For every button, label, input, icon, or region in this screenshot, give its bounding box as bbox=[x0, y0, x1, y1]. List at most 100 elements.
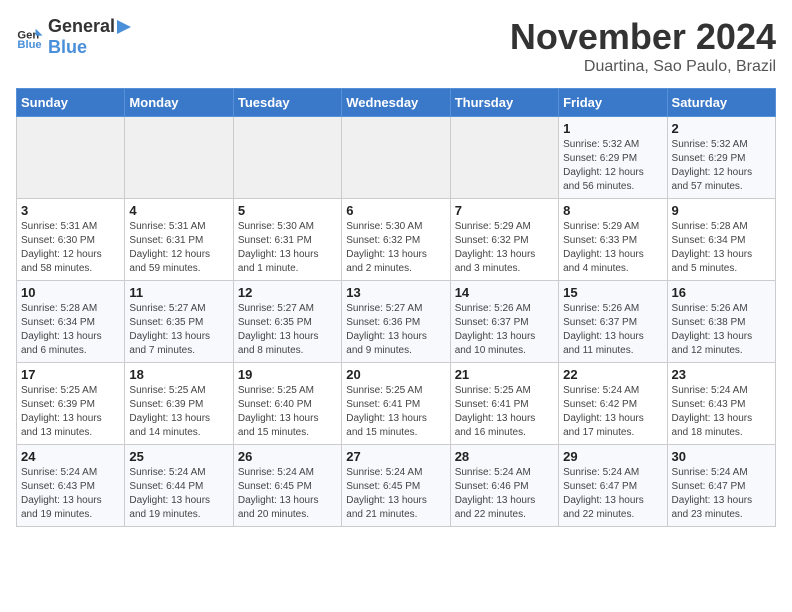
header: Gen Blue General Blue November 2024 Duar… bbox=[16, 16, 776, 76]
calendar-cell: 10 Sunrise: 5:28 AM Sunset: 6:34 PM Dayli… bbox=[17, 281, 125, 363]
day-info: Sunrise: 5:24 AM Sunset: 6:43 PM Dayligh… bbox=[672, 384, 771, 440]
calendar-cell: 22 Sunrise: 5:24 AM Sunset: 6:42 PM Dayli… bbox=[559, 363, 667, 445]
day-number: 11 bbox=[129, 285, 228, 300]
day-info: Sunrise: 5:32 AM Sunset: 6:29 PM Dayligh… bbox=[563, 138, 662, 194]
calendar-cell: 15Sunrise: 5:26 AM Sunset: 6:37 PM Dayli… bbox=[559, 281, 667, 363]
logo-icon: Gen Blue bbox=[16, 23, 44, 51]
day-number: 5 bbox=[238, 203, 337, 218]
day-number: 7 bbox=[455, 203, 554, 218]
location-title: Duartina, Sao Paulo, Brazil bbox=[510, 58, 776, 76]
day-number: 13 bbox=[346, 285, 445, 300]
column-header-sunday: Sunday bbox=[17, 89, 125, 117]
calendar-cell: 16 Sunrise: 5:26 AM Sunset: 6:38 PM Dayli… bbox=[667, 281, 775, 363]
calendar-header-row: SundayMondayTuesdayWednesdayThursdayFrid… bbox=[17, 89, 776, 117]
day-number: 23 bbox=[672, 367, 771, 382]
day-number: 16 bbox=[672, 285, 771, 300]
day-number: 8 bbox=[563, 203, 662, 218]
calendar-cell: 8Sunrise: 5:29 AM Sunset: 6:33 PM Daylig… bbox=[559, 199, 667, 281]
day-number: 25 bbox=[129, 449, 228, 464]
day-info: Sunrise: 5:24 AM Sunset: 6:45 PM Dayligh… bbox=[238, 466, 337, 522]
day-info: Sunrise: 5:27 AM Sunset: 6:35 PM Dayligh… bbox=[129, 302, 228, 358]
column-header-saturday: Saturday bbox=[667, 89, 775, 117]
day-info: Sunrise: 5:25 AM Sunset: 6:40 PM Dayligh… bbox=[238, 384, 337, 440]
day-number: 29 bbox=[563, 449, 662, 464]
day-info: Sunrise: 5:30 AM Sunset: 6:32 PM Dayligh… bbox=[346, 220, 445, 276]
day-number: 28 bbox=[455, 449, 554, 464]
day-info: Sunrise: 5:30 AM Sunset: 6:31 PM Dayligh… bbox=[238, 220, 337, 276]
column-header-friday: Friday bbox=[559, 89, 667, 117]
day-number: 21 bbox=[455, 367, 554, 382]
day-number: 4 bbox=[129, 203, 228, 218]
day-number: 17 bbox=[21, 367, 120, 382]
day-info: Sunrise: 5:31 AM Sunset: 6:31 PM Dayligh… bbox=[129, 220, 228, 276]
calendar-cell: 14 Sunrise: 5:26 AM Sunset: 6:37 PM Dayli… bbox=[450, 281, 558, 363]
calendar-body: 1 Sunrise: 5:32 AM Sunset: 6:29 PM Daylig… bbox=[17, 117, 776, 527]
day-number: 1 bbox=[563, 121, 662, 136]
calendar-table: SundayMondayTuesdayWednesdayThursdayFrid… bbox=[16, 88, 776, 527]
calendar-cell: 13 Sunrise: 5:27 AM Sunset: 6:36 PM Dayli… bbox=[342, 281, 450, 363]
calendar-week-row: 24 Sunrise: 5:24 AM Sunset: 6:43 PM Dayli… bbox=[17, 445, 776, 527]
day-info: Sunrise: 5:25 AM Sunset: 6:39 PM Dayligh… bbox=[129, 384, 228, 440]
title-area: November 2024 Duartina, Sao Paulo, Brazi… bbox=[510, 16, 776, 76]
calendar-cell bbox=[125, 117, 233, 199]
day-number: 22 bbox=[563, 367, 662, 382]
calendar-cell bbox=[17, 117, 125, 199]
calendar-cell: 19 Sunrise: 5:25 AM Sunset: 6:40 PM Dayli… bbox=[233, 363, 341, 445]
calendar-cell: 29 Sunrise: 5:24 AM Sunset: 6:47 PM Dayli… bbox=[559, 445, 667, 527]
calendar-cell: 17 Sunrise: 5:25 AM Sunset: 6:39 PM Dayli… bbox=[17, 363, 125, 445]
column-header-monday: Monday bbox=[125, 89, 233, 117]
day-info: Sunrise: 5:24 AM Sunset: 6:45 PM Dayligh… bbox=[346, 466, 445, 522]
day-info: Sunrise: 5:27 AM Sunset: 6:35 PM Dayligh… bbox=[238, 302, 337, 358]
calendar-cell: 9 Sunrise: 5:28 AM Sunset: 6:34 PM Daylig… bbox=[667, 199, 775, 281]
day-info: Sunrise: 5:31 AM Sunset: 6:30 PM Dayligh… bbox=[21, 220, 120, 276]
day-number: 18 bbox=[129, 367, 228, 382]
calendar-cell: 30 Sunrise: 5:24 AM Sunset: 6:47 PM Dayli… bbox=[667, 445, 775, 527]
day-number: 30 bbox=[672, 449, 771, 464]
day-number: 6 bbox=[346, 203, 445, 218]
calendar-cell: 20 Sunrise: 5:25 AM Sunset: 6:41 PM Dayli… bbox=[342, 363, 450, 445]
day-info: Sunrise: 5:24 AM Sunset: 6:47 PM Dayligh… bbox=[672, 466, 771, 522]
day-number: 10 bbox=[21, 285, 120, 300]
day-info: Sunrise: 5:24 AM Sunset: 6:42 PM Dayligh… bbox=[563, 384, 662, 440]
day-info: Sunrise: 5:24 AM Sunset: 6:47 PM Dayligh… bbox=[563, 466, 662, 522]
day-number: 14 bbox=[455, 285, 554, 300]
day-info: Sunrise: 5:25 AM Sunset: 6:39 PM Dayligh… bbox=[21, 384, 120, 440]
calendar-cell: 1 Sunrise: 5:32 AM Sunset: 6:29 PM Daylig… bbox=[559, 117, 667, 199]
month-title: November 2024 bbox=[510, 16, 776, 58]
column-header-tuesday: Tuesday bbox=[233, 89, 341, 117]
calendar-cell: 5 Sunrise: 5:30 AM Sunset: 6:31 PM Daylig… bbox=[233, 199, 341, 281]
calendar-cell: 6 Sunrise: 5:30 AM Sunset: 6:32 PM Daylig… bbox=[342, 199, 450, 281]
day-number: 2 bbox=[672, 121, 771, 136]
logo-text-blue: Blue bbox=[48, 37, 87, 57]
day-info: Sunrise: 5:26 AM Sunset: 6:37 PM Dayligh… bbox=[455, 302, 554, 358]
logo-triangle-icon bbox=[115, 18, 133, 36]
day-number: 19 bbox=[238, 367, 337, 382]
calendar-cell: 2Sunrise: 5:32 AM Sunset: 6:29 PM Daylig… bbox=[667, 117, 775, 199]
day-info: Sunrise: 5:24 AM Sunset: 6:44 PM Dayligh… bbox=[129, 466, 228, 522]
logo: Gen Blue General Blue bbox=[16, 16, 133, 58]
calendar-week-row: 17 Sunrise: 5:25 AM Sunset: 6:39 PM Dayli… bbox=[17, 363, 776, 445]
calendar-cell: 21 Sunrise: 5:25 AM Sunset: 6:41 PM Dayli… bbox=[450, 363, 558, 445]
day-number: 20 bbox=[346, 367, 445, 382]
day-info: Sunrise: 5:28 AM Sunset: 6:34 PM Dayligh… bbox=[21, 302, 120, 358]
calendar-cell: 24 Sunrise: 5:24 AM Sunset: 6:43 PM Dayli… bbox=[17, 445, 125, 527]
calendar-cell: 3 Sunrise: 5:31 AM Sunset: 6:30 PM Daylig… bbox=[17, 199, 125, 281]
day-info: Sunrise: 5:24 AM Sunset: 6:43 PM Dayligh… bbox=[21, 466, 120, 522]
calendar-cell: 7Sunrise: 5:29 AM Sunset: 6:32 PM Daylig… bbox=[450, 199, 558, 281]
day-info: Sunrise: 5:28 AM Sunset: 6:34 PM Dayligh… bbox=[672, 220, 771, 276]
day-number: 3 bbox=[21, 203, 120, 218]
calendar-week-row: 1 Sunrise: 5:32 AM Sunset: 6:29 PM Daylig… bbox=[17, 117, 776, 199]
day-number: 24 bbox=[21, 449, 120, 464]
day-info: Sunrise: 5:26 AM Sunset: 6:37 PM Dayligh… bbox=[563, 302, 662, 358]
calendar-cell: 11 Sunrise: 5:27 AM Sunset: 6:35 PM Dayli… bbox=[125, 281, 233, 363]
day-info: Sunrise: 5:27 AM Sunset: 6:36 PM Dayligh… bbox=[346, 302, 445, 358]
day-number: 9 bbox=[672, 203, 771, 218]
calendar-cell: 4 Sunrise: 5:31 AM Sunset: 6:31 PM Daylig… bbox=[125, 199, 233, 281]
day-info: Sunrise: 5:25 AM Sunset: 6:41 PM Dayligh… bbox=[455, 384, 554, 440]
day-number: 27 bbox=[346, 449, 445, 464]
day-info: Sunrise: 5:25 AM Sunset: 6:41 PM Dayligh… bbox=[346, 384, 445, 440]
calendar-cell bbox=[233, 117, 341, 199]
day-info: Sunrise: 5:24 AM Sunset: 6:46 PM Dayligh… bbox=[455, 466, 554, 522]
calendar-week-row: 3 Sunrise: 5:31 AM Sunset: 6:30 PM Daylig… bbox=[17, 199, 776, 281]
day-info: Sunrise: 5:26 AM Sunset: 6:38 PM Dayligh… bbox=[672, 302, 771, 358]
